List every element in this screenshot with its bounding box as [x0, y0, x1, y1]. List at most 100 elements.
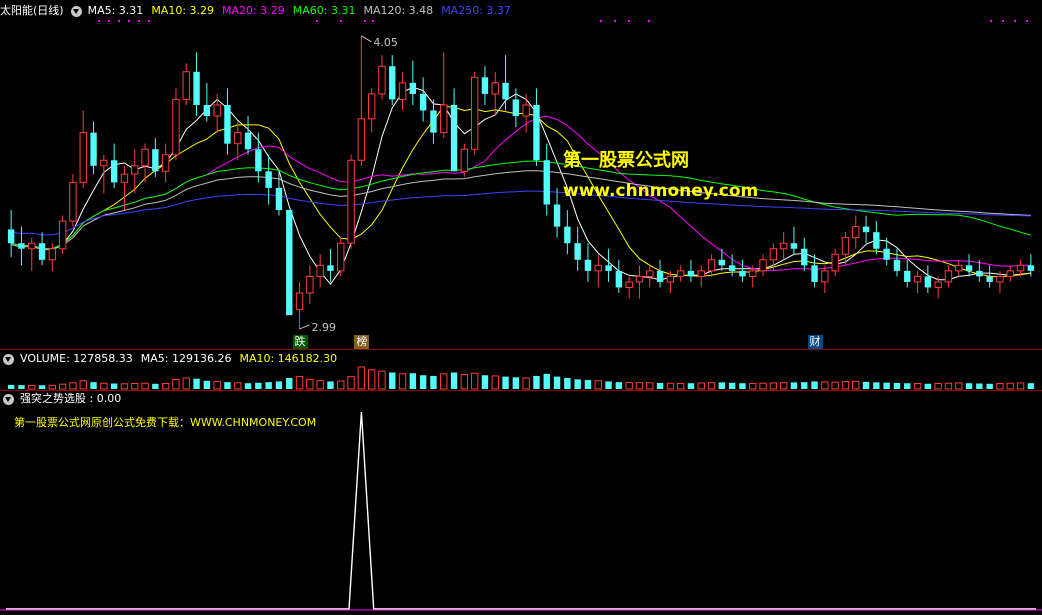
candle [811, 254, 818, 288]
volume-bar [831, 381, 839, 390]
signal-marker: 财 [807, 335, 823, 349]
candle-body [450, 104, 458, 172]
candle-body [131, 165, 139, 175]
candle-body [337, 242, 345, 272]
candle-body [172, 98, 180, 156]
top-dot-marker [648, 20, 650, 22]
candle-body [295, 292, 304, 311]
volume-bar [533, 375, 540, 389]
candlestick-series [7, 35, 1035, 329]
candle-body [543, 160, 550, 205]
candle [327, 248, 334, 282]
top-dot-marker [138, 20, 140, 22]
volume-bar [512, 377, 520, 389]
volume-bar [224, 382, 231, 389]
candle [697, 265, 705, 288]
volume-bar [327, 381, 334, 389]
candle-body [574, 243, 581, 260]
candle [986, 265, 993, 288]
candle-body [460, 148, 469, 172]
candle [18, 226, 25, 266]
high-price-pointer [361, 35, 372, 43]
top-dot-marker [1002, 20, 1004, 22]
volume-bar [110, 383, 118, 389]
candle [779, 232, 788, 260]
candle [286, 210, 293, 316]
candle-body [90, 132, 97, 166]
volume-bar [666, 382, 675, 390]
candle-body [707, 259, 716, 272]
candle [58, 215, 67, 255]
candle-body [790, 243, 798, 249]
candle [944, 265, 953, 288]
volume-bar [893, 382, 901, 389]
volume-bar [213, 380, 221, 390]
volume-bar [378, 370, 386, 390]
candle-body [367, 93, 376, 120]
volume-bar [152, 383, 159, 389]
candle [584, 243, 592, 282]
candle-body [769, 248, 778, 261]
candle-body [110, 160, 118, 183]
candle [120, 165, 129, 211]
volume-bar [687, 383, 695, 389]
candle [862, 215, 870, 244]
candle-body [625, 281, 633, 288]
candle-body [801, 248, 808, 266]
volume-bar [389, 372, 396, 389]
volume-bar [286, 378, 293, 389]
top-dot-marker [340, 20, 342, 22]
candle [543, 143, 550, 216]
volume-bar [852, 380, 860, 390]
panel-divider-2[interactable] [0, 390, 1042, 391]
top-dot-marker [148, 20, 150, 22]
candle [512, 88, 520, 128]
candle [904, 259, 911, 288]
ma120-value: MA120: 3.48 [363, 4, 434, 17]
candle [564, 210, 571, 255]
volume-bar [470, 372, 479, 390]
candle [965, 254, 973, 277]
candle-body [347, 159, 355, 244]
candle [470, 71, 479, 155]
volume-bar [79, 380, 87, 390]
candle-body [389, 66, 396, 100]
candle [759, 254, 767, 277]
candle [389, 55, 396, 105]
candle [224, 88, 231, 155]
chevron-down-icon[interactable] [3, 393, 14, 405]
chevron-down-icon[interactable] [70, 5, 82, 17]
volume-bar [409, 373, 417, 389]
volume-bar [265, 382, 272, 389]
candle [625, 276, 633, 299]
candle [924, 265, 932, 293]
candle [337, 237, 345, 277]
volume-bar [58, 383, 67, 390]
indicator-series-line [6, 411, 1036, 610]
candle [430, 99, 437, 144]
indicator-name: 强突之势选股 : 0.00 [20, 392, 122, 405]
volume-bar [656, 382, 664, 389]
candle-body [728, 265, 736, 271]
volume-bar [460, 374, 469, 390]
volume-bars [7, 366, 1035, 390]
panel-divider-1[interactable] [0, 349, 1042, 350]
candle-body [635, 275, 644, 283]
candle-body [976, 270, 983, 277]
volume-bar [275, 381, 283, 389]
top-dot-marker [1014, 20, 1016, 22]
candle [306, 265, 314, 305]
candle [398, 71, 407, 111]
candle [481, 66, 489, 105]
candle-body [234, 132, 242, 145]
volume-bar [100, 382, 108, 390]
watermark-title: 第一股票公式网 [563, 150, 689, 171]
candle [213, 93, 221, 133]
volume-bar [934, 383, 942, 390]
stock-chart[interactable]: 4.05 2.99 [0, 0, 1042, 615]
volume-bar [996, 383, 1004, 390]
moving-average-lines [11, 86, 1032, 285]
candle [533, 88, 540, 166]
top-dot-marker [108, 20, 110, 22]
chevron-down-icon[interactable] [3, 353, 14, 365]
